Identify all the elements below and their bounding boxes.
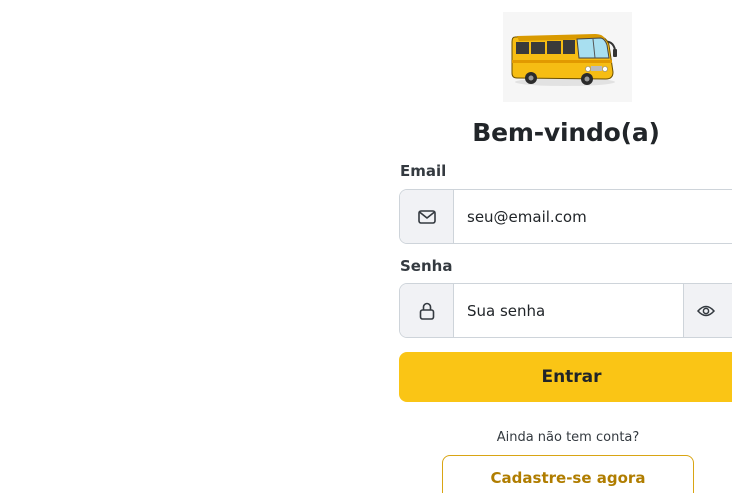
page-title: Bem-vindo(a) <box>472 118 660 147</box>
senha-input-group: Sua senha <box>399 283 732 338</box>
cadastre-se-button[interactable]: Cadastre-se agora <box>442 455 694 493</box>
lock-icon <box>400 284 454 337</box>
senha-field[interactable]: Sua senha <box>454 284 683 337</box>
bus-logo <box>503 12 632 102</box>
envelope-icon <box>400 190 454 243</box>
senha-label: Senha <box>400 257 453 275</box>
bus-icon <box>511 34 617 86</box>
email-label: Email <box>400 162 447 180</box>
email-field[interactable]: seu@email.com <box>454 190 732 243</box>
login-page: Bem-vindo(a) Email seu@email.com Senha S… <box>0 0 732 493</box>
signup-prompt: Ainda não tem conta? <box>496 430 640 445</box>
eye-icon[interactable] <box>683 284 732 337</box>
email-input-group: seu@email.com <box>399 189 732 244</box>
entrar-button[interactable]: Entrar <box>399 352 732 402</box>
